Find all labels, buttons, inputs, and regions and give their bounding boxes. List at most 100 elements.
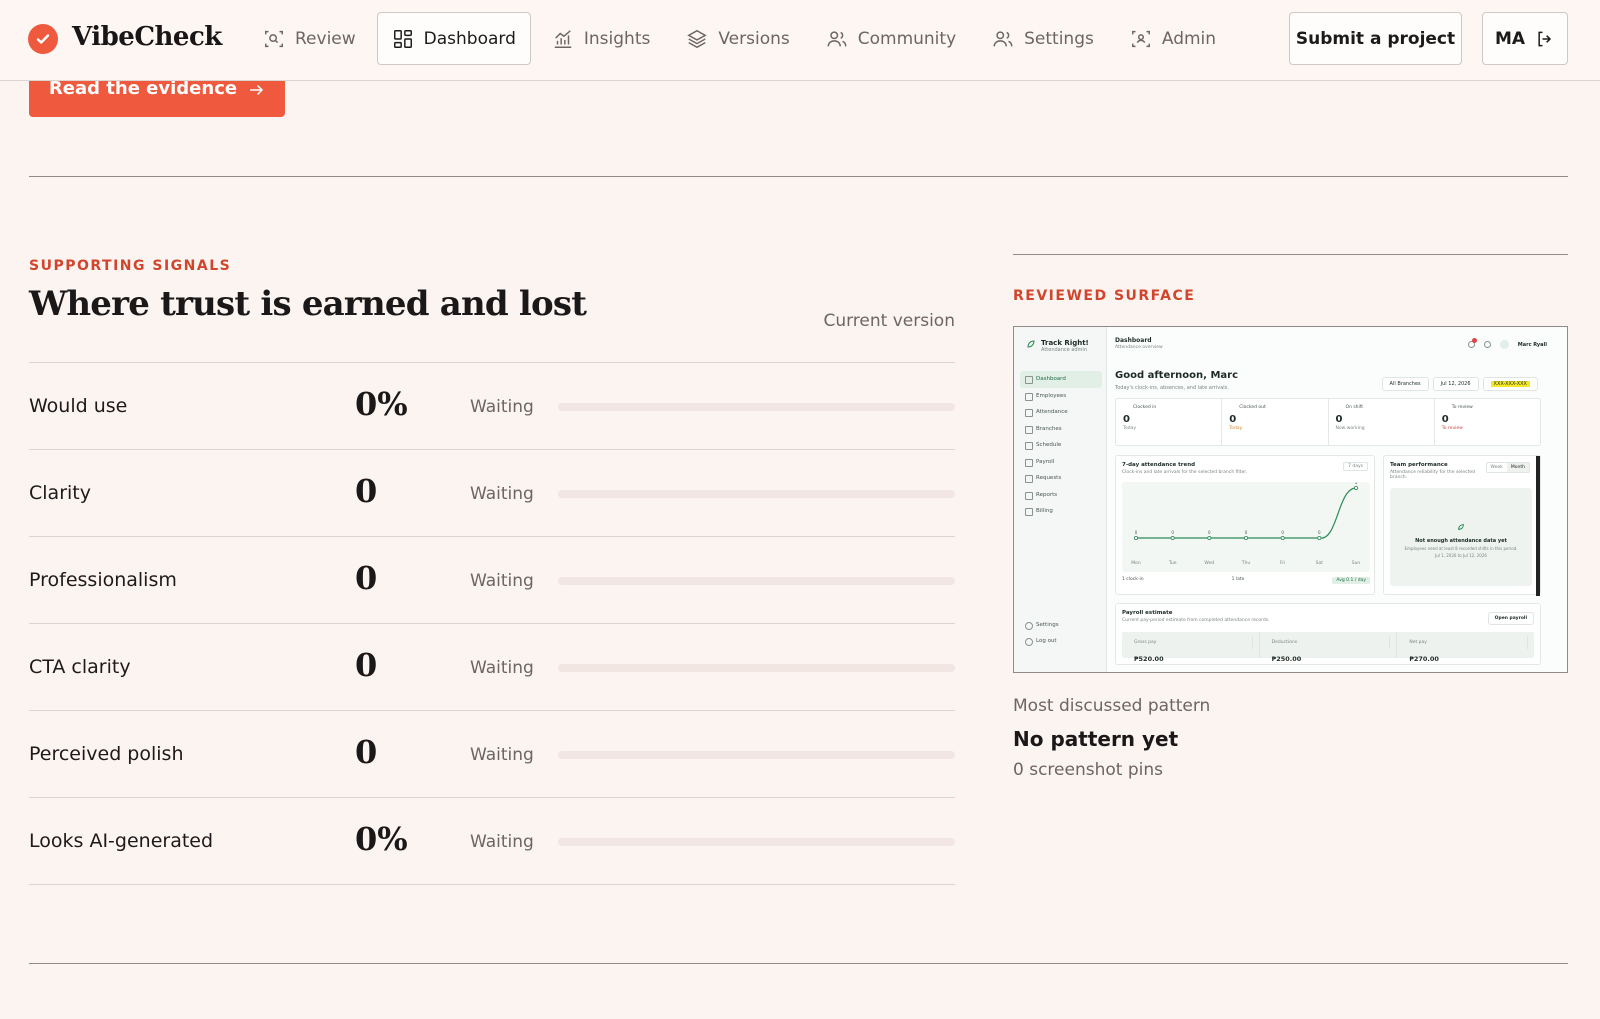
preview-code-value: XXX-XXX-XXX [1490,381,1530,387]
preview-stat: Clocked in 0 Today [1116,399,1223,445]
preview-brand: Track Right! Attendance admin [1026,339,1089,353]
trend-day-label: Sat [1316,560,1324,566]
preview-nav-item: Branches [1020,421,1102,438]
preview-team-empty: Not enough attendance data yet Employees… [1390,488,1532,586]
signal-row: Looks AI-generated 0% Waiting [29,798,955,885]
signal-status: Waiting [470,397,534,417]
preview-stat-value: 0 [1335,414,1343,425]
preview-app-sub: Attendance admin [1041,347,1087,353]
brand[interactable]: VibeCheck [28,20,222,54]
nav-link-label: Settings [1024,28,1094,49]
preview-page-title: Dashboard [1115,337,1152,344]
user-initials: MA [1494,28,1526,49]
preview-toggle-week: Week [1490,465,1503,470]
trend-day-label: Thu [1241,560,1251,566]
signal-label: Looks AI-generated [29,830,214,852]
preview-app-name: Track Right! [1041,339,1089,347]
surface-divider [1013,254,1568,255]
trend-point [1133,536,1138,541]
trend-day-label: Mon [1131,560,1141,566]
signal-status: Waiting [470,745,534,765]
submit-project-button[interactable]: Submit a project [1289,12,1462,65]
leaf-icon [1458,524,1464,530]
signal-value: 0 [355,472,378,510]
preview-payroll-sub: Current pay-period estimate from complet… [1122,618,1270,623]
grid-icon [393,29,412,48]
preview-stat: Clocked out 0 Today [1222,399,1329,445]
preview-filters: All Branches Jul 12, 2026 XXX-XXX-XXX [1381,377,1538,391]
preview-trend-range: 7 days [1343,462,1368,471]
preview-trend-title: 7-day attendance trend [1122,462,1196,468]
nav-link-dashboard[interactable]: Dashboard [376,12,531,65]
top-nav: VibeCheck Review Dashboard Insights Vers… [0,0,1600,81]
scan-search-icon [265,30,283,47]
signal-progress-bar [558,403,955,411]
preview-pay-label: Gross pay [1128,636,1253,649]
preview-pay-label: Deductions [1266,636,1391,649]
brand-name: VibeCheck [72,22,222,52]
preview-nav-item: Dashboard [1020,371,1102,388]
preview-nav-item: Schedule [1020,437,1102,454]
signals-eyebrow: SUPPORTING SIGNALS [29,258,232,274]
nav-link-review[interactable]: Review [248,12,371,65]
trend-data-label: 0 [1135,530,1138,535]
preview-pay-cell: Gross pay ₱520.00 [1122,632,1260,663]
signal-progress-bar [558,577,955,585]
preview-legend-item: 1 late [1231,577,1245,582]
preview-stats: Clocked in 0 Today Clocked out 0 Today O… [1115,398,1541,446]
trend-data-label: 1 [1355,482,1358,485]
nav-link-insights[interactable]: Insights [537,12,665,65]
preview-main: Dashboard Attendance overview Marc Ryall… [1107,327,1557,672]
section-divider [29,963,1568,964]
signal-label: Perceived polish [29,743,184,765]
preview-stat-label: Clocked in [1133,405,1157,410]
preview-header-right: Marc Ryall [1467,338,1547,349]
trend-point [1170,536,1175,541]
nav-link-community[interactable]: Community [811,12,971,65]
signal-progress-bar [558,664,955,672]
trend-data-label: 0 [1245,530,1248,535]
trend-day-label: Fri [1280,560,1285,566]
reviewed-surface-screenshot[interactable]: Track Right! Attendance admin Dashboard … [1013,326,1568,673]
nav-link-settings[interactable]: Settings [977,12,1109,65]
pattern-pins: 0 screenshot pins [1013,760,1163,780]
preview-stat-label: To review [1451,405,1473,410]
trend-point [1280,536,1285,541]
preview-greeting-sub: Today's clock-ins, absences, and late ar… [1115,385,1229,391]
signal-label: CTA clarity [29,656,131,678]
bell-icon [1467,338,1477,348]
preview-legend-item: 1 clock-in [1122,577,1144,582]
signal-progress-bar [558,490,955,498]
preview-stat-sub: To review [1441,426,1463,431]
preview-pay-value: ₱520.00 [1134,655,1164,663]
pattern-title: No pattern yet [1013,727,1179,751]
arrow-right-icon [250,84,264,96]
preview-team-sub: Attendance reliability for the selected … [1390,470,1475,480]
scan-user-icon [1131,30,1150,47]
preview-stat-value: 0 [1123,414,1130,425]
preview-stat-sub: Today [1123,426,1137,431]
trend-data-label: 0 [1281,530,1284,535]
signal-label: Professionalism [29,569,177,591]
nav-link-label: Review [295,28,356,49]
user-menu-button[interactable]: MA [1482,12,1568,65]
nav-link-label: Community [857,28,957,49]
bar-chart-icon [554,29,572,48]
preview-nav-item: Payroll [1020,454,1102,471]
preview-empty-sub: Employees need at least 8 recorded shift… [1404,546,1518,551]
signal-value: 0 [355,646,378,684]
layers-icon [687,29,708,48]
preview-stat-value: 0 [1441,414,1449,425]
nav-link-admin[interactable]: Admin [1115,12,1231,65]
nav-link-label: Dashboard [423,28,516,49]
preview-payroll-card: Payroll estimate Current pay-period esti… [1115,603,1541,665]
preview-branch-filter: All Branches [1381,377,1429,391]
nav-link-versions[interactable]: Versions [671,12,804,65]
preview-toggle-month: Month [1506,463,1529,472]
preview-team-toggle: Week Month [1485,462,1530,473]
help-icon [1483,341,1491,348]
signal-row: Would use 0% Waiting [29,363,955,450]
trend-day-label: Sun [1352,560,1361,566]
trend-data-label: 0 [1171,530,1174,535]
nav-link-label: Admin [1161,28,1217,49]
